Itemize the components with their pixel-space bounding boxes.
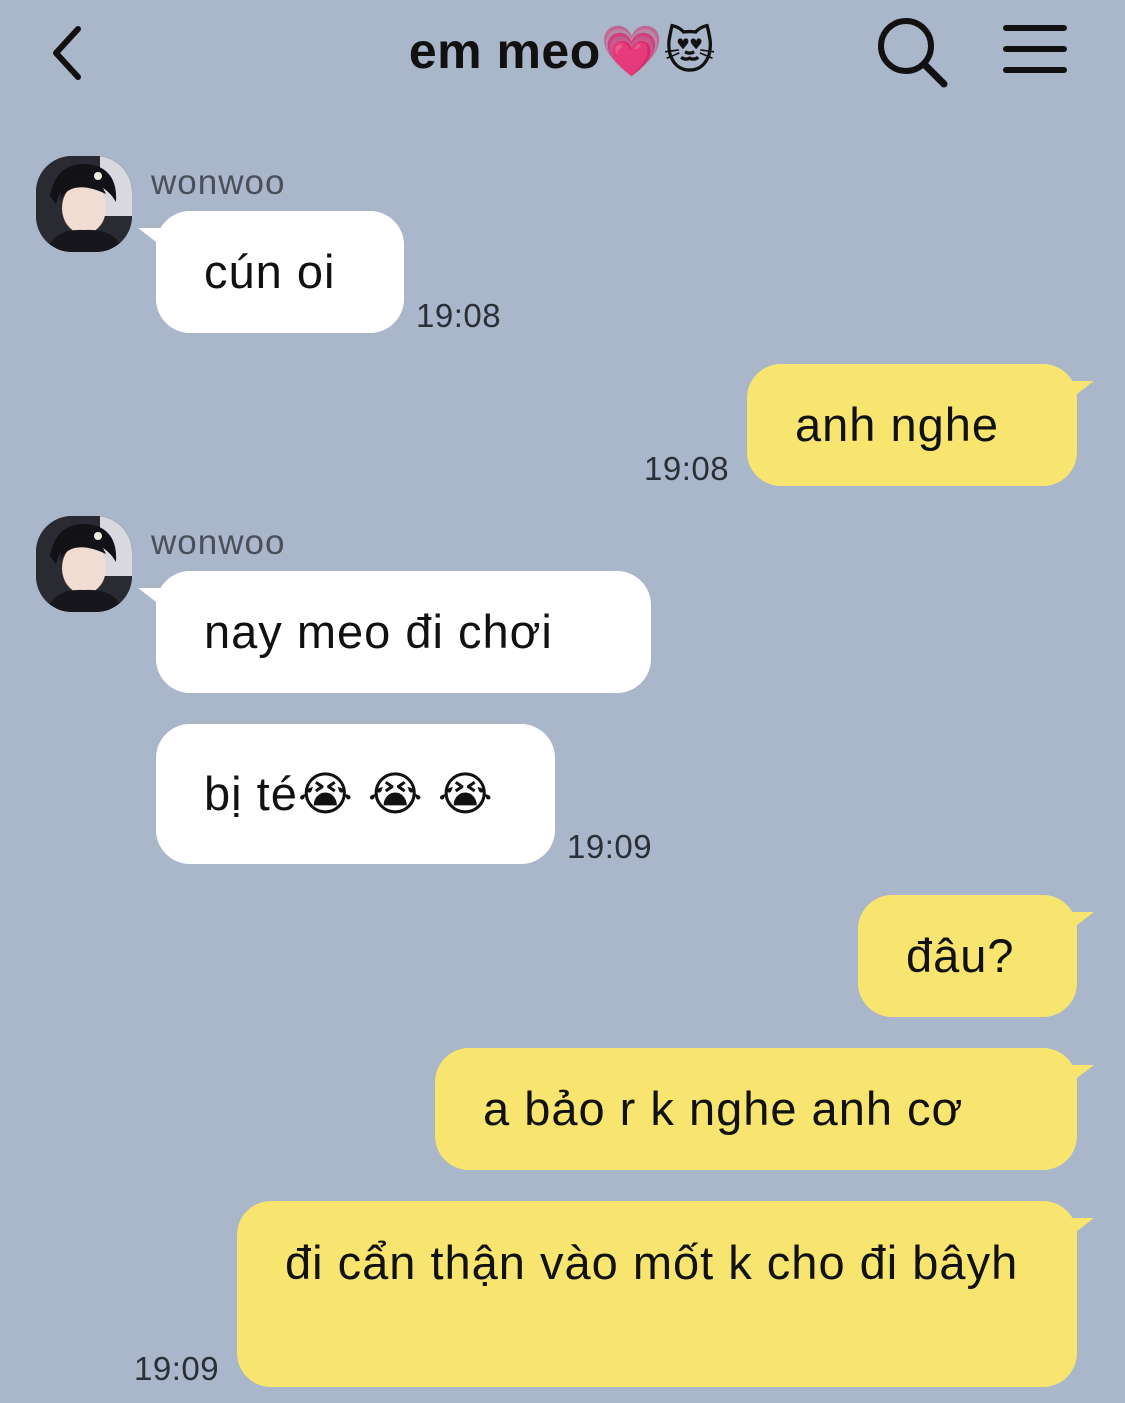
menu-button[interactable] xyxy=(1000,18,1070,84)
avatar[interactable] xyxy=(36,156,132,252)
chat-header: em meo💗😻 xyxy=(0,0,1125,110)
profile-photo xyxy=(36,516,132,612)
message-bubble-incoming[interactable]: bị té😭 😭 😭 xyxy=(156,724,555,864)
bubble-tail xyxy=(1068,912,1094,932)
bubble-tail xyxy=(1068,381,1094,401)
search-icon xyxy=(878,18,948,88)
message-bubble-outgoing[interactable]: anh nghe xyxy=(747,364,1077,486)
message-bubble-outgoing[interactable]: a bảo r k nghe anh cơ xyxy=(435,1048,1077,1170)
message-time: 19:08 xyxy=(416,297,502,334)
profile-photo xyxy=(36,156,132,252)
chat-title: em meo💗😻 xyxy=(408,23,717,79)
bubble-tail xyxy=(1068,1218,1094,1238)
sender-name: wonwoo xyxy=(151,163,286,202)
message-time: 19:09 xyxy=(567,828,653,865)
bubble-tail xyxy=(1068,1065,1094,1085)
avatar[interactable] xyxy=(36,516,132,612)
message-bubble-outgoing[interactable]: đâu? xyxy=(858,895,1077,1017)
message-time: 19:08 xyxy=(644,450,730,487)
message-bubble-incoming[interactable]: cún oi xyxy=(156,211,404,333)
message-time: 19:09 xyxy=(134,1350,220,1387)
sender-name: wonwoo xyxy=(151,523,286,562)
hamburger-menu-icon xyxy=(1003,25,1067,73)
message-bubble-incoming[interactable]: nay meo đi chơi xyxy=(156,571,651,693)
search-button[interactable] xyxy=(874,14,950,90)
message-bubble-outgoing[interactable]: đi cẩn thận vào mốt k cho đi bâyh xyxy=(237,1201,1077,1387)
